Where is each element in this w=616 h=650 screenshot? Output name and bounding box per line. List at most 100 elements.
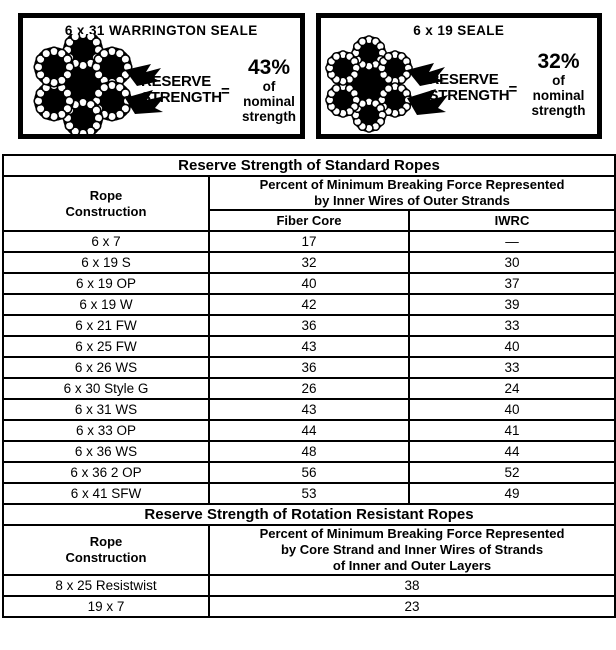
percent-strength-label: strength — [531, 103, 586, 118]
standard-header-row: Rope Construction Percent of Minimum Bre… — [2, 175, 616, 232]
table-row: 19 x 7 23 — [2, 595, 616, 618]
percent-strength-label: strength — [242, 109, 296, 124]
standard-section-title: Reserve Strength of Standard Ropes — [1, 154, 616, 177]
rope-construction-line-1: Rope — [89, 534, 123, 549]
standard-section-title-row: Reserve Strength of Standard Ropes — [1, 154, 616, 177]
table-row: 6 x 36 WS 48 44 — [2, 440, 616, 463]
cell-percent: 38 — [207, 574, 616, 597]
cell-iwrc: 40 — [407, 335, 616, 358]
table-row: 6 x 7 17 — — [2, 230, 616, 253]
cell-rope-construction: 6 x 36 2 OP — [2, 461, 210, 484]
column-header-percent-description: Percent of Minimum Breaking Force Repres… — [207, 524, 616, 576]
cell-rope-construction: 8 x 25 Resistwist — [2, 574, 210, 597]
cell-rope-construction: 6 x 36 WS — [2, 440, 210, 463]
cell-rope-construction: 6 x 30 Style G — [2, 377, 210, 400]
percent-description-line-2: by Inner Wires of Outer Strands — [314, 193, 510, 208]
cell-rope-construction: 6 x 21 FW — [2, 314, 210, 337]
cell-iwrc: 49 — [407, 482, 616, 505]
cell-percent: 23 — [207, 595, 616, 618]
cell-iwrc: 52 — [407, 461, 616, 484]
percent-description-line-1: Percent of Minimum Breaking Force Repres… — [259, 526, 565, 541]
rotation-section-title: Reserve Strength of Rotation Resistant R… — [1, 503, 616, 526]
column-header-fiber-core: Fiber Core — [208, 209, 410, 232]
cell-rope-construction: 6 x 19 S — [2, 251, 210, 274]
percent-description-line-1: Percent of Minimum Breaking Force Repres… — [259, 177, 565, 192]
reserve-strength-table: Reserve Strength of Standard Ropes Rope … — [1, 154, 616, 618]
cell-iwrc: 44 — [407, 440, 616, 463]
cell-rope-construction: 6 x 26 WS — [2, 356, 210, 379]
column-header-percent-description: Percent of Minimum Breaking Force Repres… — [207, 175, 616, 211]
rope-construction-line-1: Rope — [89, 187, 123, 203]
cell-rope-construction: 6 x 19 OP — [2, 272, 210, 295]
cell-iwrc: 37 — [407, 272, 616, 295]
cell-fiber-core: 36 — [208, 356, 410, 379]
column-header-iwrc: IWRC — [407, 209, 616, 232]
table-row: 6 x 30 Style G 26 24 — [2, 377, 616, 400]
cell-fiber-core: 56 — [208, 461, 410, 484]
rotation-section-title-row: Reserve Strength of Rotation Resistant R… — [1, 503, 616, 526]
cell-fiber-core: 26 — [208, 377, 410, 400]
cell-fiber-core: 43 — [208, 335, 410, 358]
cell-fiber-core: 44 — [208, 419, 410, 442]
rotation-header-row: Rope Construction Percent of Minimum Bre… — [2, 524, 616, 576]
percent-value: 43% — [247, 56, 291, 79]
reserve-strength-label: RESERVE STRENGTH — [141, 74, 222, 106]
cell-iwrc: — — [407, 230, 616, 253]
percent-description-line-2: by Core Strand and Inner Wires of Strand… — [280, 542, 544, 557]
cell-fiber-core: 48 — [208, 440, 410, 463]
table-row: 6 x 41 SFW 53 49 — [2, 482, 616, 505]
reserve-strength-label: RESERVE STRENGTH — [429, 72, 510, 104]
diagram-panel-6x31-warrington-seale: 6 x 31 WARRINGTON SEALE RESERVE STRENGTH… — [18, 13, 305, 139]
table-row: 6 x 21 FW 36 33 — [2, 314, 616, 337]
reserve-line-1: RESERVE — [141, 73, 212, 90]
cell-rope-construction: 6 x 7 — [2, 230, 210, 253]
table-row: 6 x 19 W 42 39 — [2, 293, 616, 316]
cell-fiber-core: 53 — [208, 482, 410, 505]
percent-description-line-3: of Inner and Outer Layers — [332, 558, 492, 573]
rope-diagram-row: 6 x 31 WARRINGTON SEALE RESERVE STRENGTH… — [0, 0, 616, 152]
percent-value: 32% — [537, 50, 580, 73]
cell-fiber-core: 32 — [208, 251, 410, 274]
table-row: 6 x 19 OP 40 37 — [2, 272, 616, 295]
diagram-body: RESERVE STRENGTH = 43% of nominal streng… — [23, 34, 300, 134]
cell-rope-construction: 19 x 7 — [2, 595, 210, 618]
cell-rope-construction: 6 x 25 FW — [2, 335, 210, 358]
cell-rope-construction: 6 x 33 OP — [2, 419, 210, 442]
reserve-line-2: STRENGTH — [428, 87, 510, 104]
cell-iwrc: 40 — [407, 398, 616, 421]
cell-fiber-core: 40 — [208, 272, 410, 295]
cell-iwrc: 30 — [407, 251, 616, 274]
cell-iwrc: 33 — [407, 314, 616, 337]
cell-iwrc: 39 — [407, 293, 616, 316]
diagram-panel-6x19-seale: 6 x 19 SEALE RESERVE STRENGTH = 32% of n… — [315, 13, 602, 139]
cell-fiber-core: 43 — [208, 398, 410, 421]
percent-nominal-label: nominal — [243, 94, 295, 109]
table-row: 6 x 19 S 32 30 — [2, 251, 616, 274]
table-row: 6 x 25 FW 43 40 — [2, 335, 616, 358]
percent-block: 32% of nominal strength — [517, 50, 598, 118]
diagram-body: RESERVE STRENGTH = 32% of nominal streng… — [321, 35, 598, 133]
cell-rope-construction: 6 x 41 SFW — [2, 482, 210, 505]
reserve-line-1: RESERVE — [428, 71, 499, 88]
rope-construction-line-2: Construction — [65, 203, 147, 219]
cell-iwrc: 41 — [407, 419, 616, 442]
percent-of-label: of — [552, 73, 565, 88]
cell-fiber-core: 17 — [208, 230, 410, 253]
table-row: 6 x 31 WS 43 40 — [2, 398, 616, 421]
equals-sign: = — [221, 83, 230, 100]
cell-fiber-core: 42 — [208, 293, 410, 316]
column-header-rope-construction: Rope Construction — [2, 524, 210, 576]
cell-fiber-core: 36 — [208, 314, 410, 337]
table-row: 6 x 26 WS 36 33 — [2, 356, 616, 379]
cell-iwrc: 33 — [407, 356, 616, 379]
table-row: 6 x 36 2 OP 56 52 — [2, 461, 616, 484]
percent-block: 43% of nominal strength — [230, 56, 300, 124]
table-row: 6 x 33 OP 44 41 — [2, 419, 616, 442]
percent-of-label: of — [262, 79, 276, 94]
cell-rope-construction: 6 x 19 W — [2, 293, 210, 316]
cell-iwrc: 24 — [407, 377, 616, 400]
column-header-rope-construction: Rope Construction — [2, 175, 210, 232]
table-row: 8 x 25 Resistwist 38 — [2, 574, 616, 597]
rope-construction-line-2: Construction — [65, 550, 147, 565]
percent-nominal-label: nominal — [532, 88, 585, 103]
